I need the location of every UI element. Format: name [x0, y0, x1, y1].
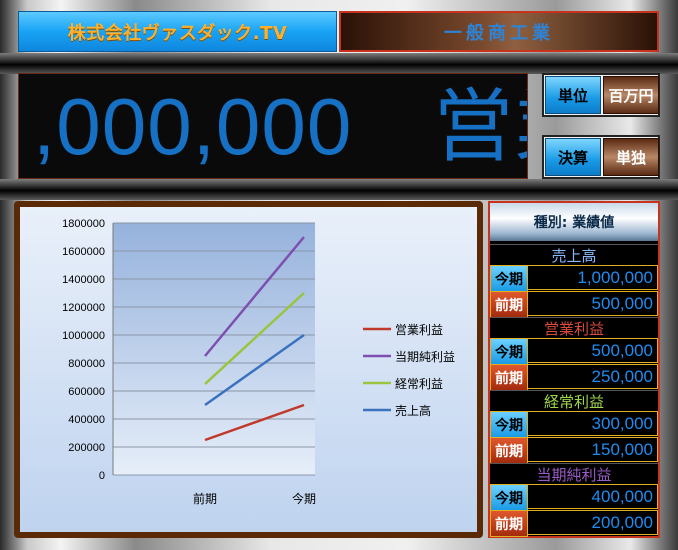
y-tick-label: 600000 — [68, 386, 105, 398]
chart-area: 0 200000 400000 600000 800000 1000000 1200000 1… — [20, 207, 477, 532]
company-name: 株式会社ヴァスダック.TV — [18, 11, 337, 52]
unit-label: 単位 — [545, 76, 601, 114]
panel-title: 種別: 業績値 — [490, 203, 658, 241]
x-tick-label: 今期 — [292, 491, 316, 506]
section-header: 売上高 — [490, 244, 658, 265]
period-label: 前期 — [490, 364, 528, 391]
divider-bar-top — [0, 53, 678, 74]
metric-row-current: 今期 400,000 — [490, 484, 658, 511]
y-tick-label: 1200000 — [62, 302, 105, 314]
metric-row-previous: 前期 500,000 — [490, 291, 658, 318]
period-label: 今期 — [490, 484, 528, 511]
chart-frame: 0 200000 400000 600000 800000 1000000 1200000 1… — [14, 201, 483, 538]
period-label: 前期 — [490, 510, 528, 537]
section-header: 営業利益 — [490, 317, 658, 338]
metric-value: 400,000 — [527, 484, 658, 509]
y-tick-label: 1600000 — [62, 246, 105, 258]
metric-value: 200,000 — [527, 510, 658, 535]
ticker-text: ,000,000 営業 — [33, 82, 527, 171]
metric-row-current: 今期 300,000 — [490, 411, 658, 438]
settlement-control: 決算 単独 — [542, 135, 660, 179]
section-header: 経常利益 — [490, 390, 658, 411]
y-tick-label: 800000 — [68, 358, 105, 370]
legend-label: 売上高 — [395, 403, 431, 418]
legend-label: 経常利益 — [395, 377, 443, 391]
y-tick-label: 1800000 — [62, 218, 105, 230]
settlement-label: 決算 — [545, 138, 601, 176]
metric-row-previous: 前期 250,000 — [490, 364, 658, 391]
section-header: 当期純利益 — [490, 463, 658, 484]
y-tick-label: 0 — [99, 470, 105, 482]
period-label: 今期 — [490, 265, 528, 292]
line-chart: 0 200000 400000 600000 800000 1000000 1200000 1… — [62, 218, 455, 506]
y-tick-label: 400000 — [68, 414, 105, 426]
divider-bar-middle — [0, 179, 678, 200]
y-tick-label: 200000 — [68, 442, 105, 454]
metric-value: 250,000 — [527, 364, 658, 389]
industry-label: 一般商工業 — [339, 11, 659, 52]
metric-row-previous: 前期 150,000 — [490, 437, 658, 464]
period-label: 今期 — [490, 411, 528, 438]
y-tick-label: 1400000 — [62, 274, 105, 286]
unit-control: 単位 百万円 — [542, 73, 660, 117]
x-tick-label: 前期 — [193, 491, 217, 506]
period-label: 前期 — [490, 437, 528, 464]
metric-value: 500,000 — [527, 291, 658, 316]
metric-value: 300,000 — [527, 411, 658, 436]
metric-value: 150,000 — [527, 437, 658, 462]
period-label: 今期 — [490, 338, 528, 365]
metric-row-current: 今期 1,000,000 — [490, 265, 658, 292]
period-label: 前期 — [490, 291, 528, 318]
unit-value-button[interactable]: 百万円 — [603, 76, 659, 114]
settlement-value-button[interactable]: 単独 — [603, 138, 659, 176]
metric-value: 1,000,000 — [527, 265, 658, 290]
legend-label: 当期純利益 — [395, 350, 455, 364]
metrics-panel: 種別: 業績値 売上高 今期 1,000,000 前期 500,000 営業利益 今期 500… — [488, 201, 660, 538]
ticker-display: ,000,000 営業 — [18, 73, 528, 179]
metric-row-current: 今期 500,000 — [490, 338, 658, 365]
metric-row-previous: 前期 200,000 — [490, 510, 658, 537]
metric-value: 500,000 — [527, 338, 658, 363]
y-tick-label: 1000000 — [62, 330, 105, 342]
legend-label: 営業利益 — [395, 323, 443, 337]
